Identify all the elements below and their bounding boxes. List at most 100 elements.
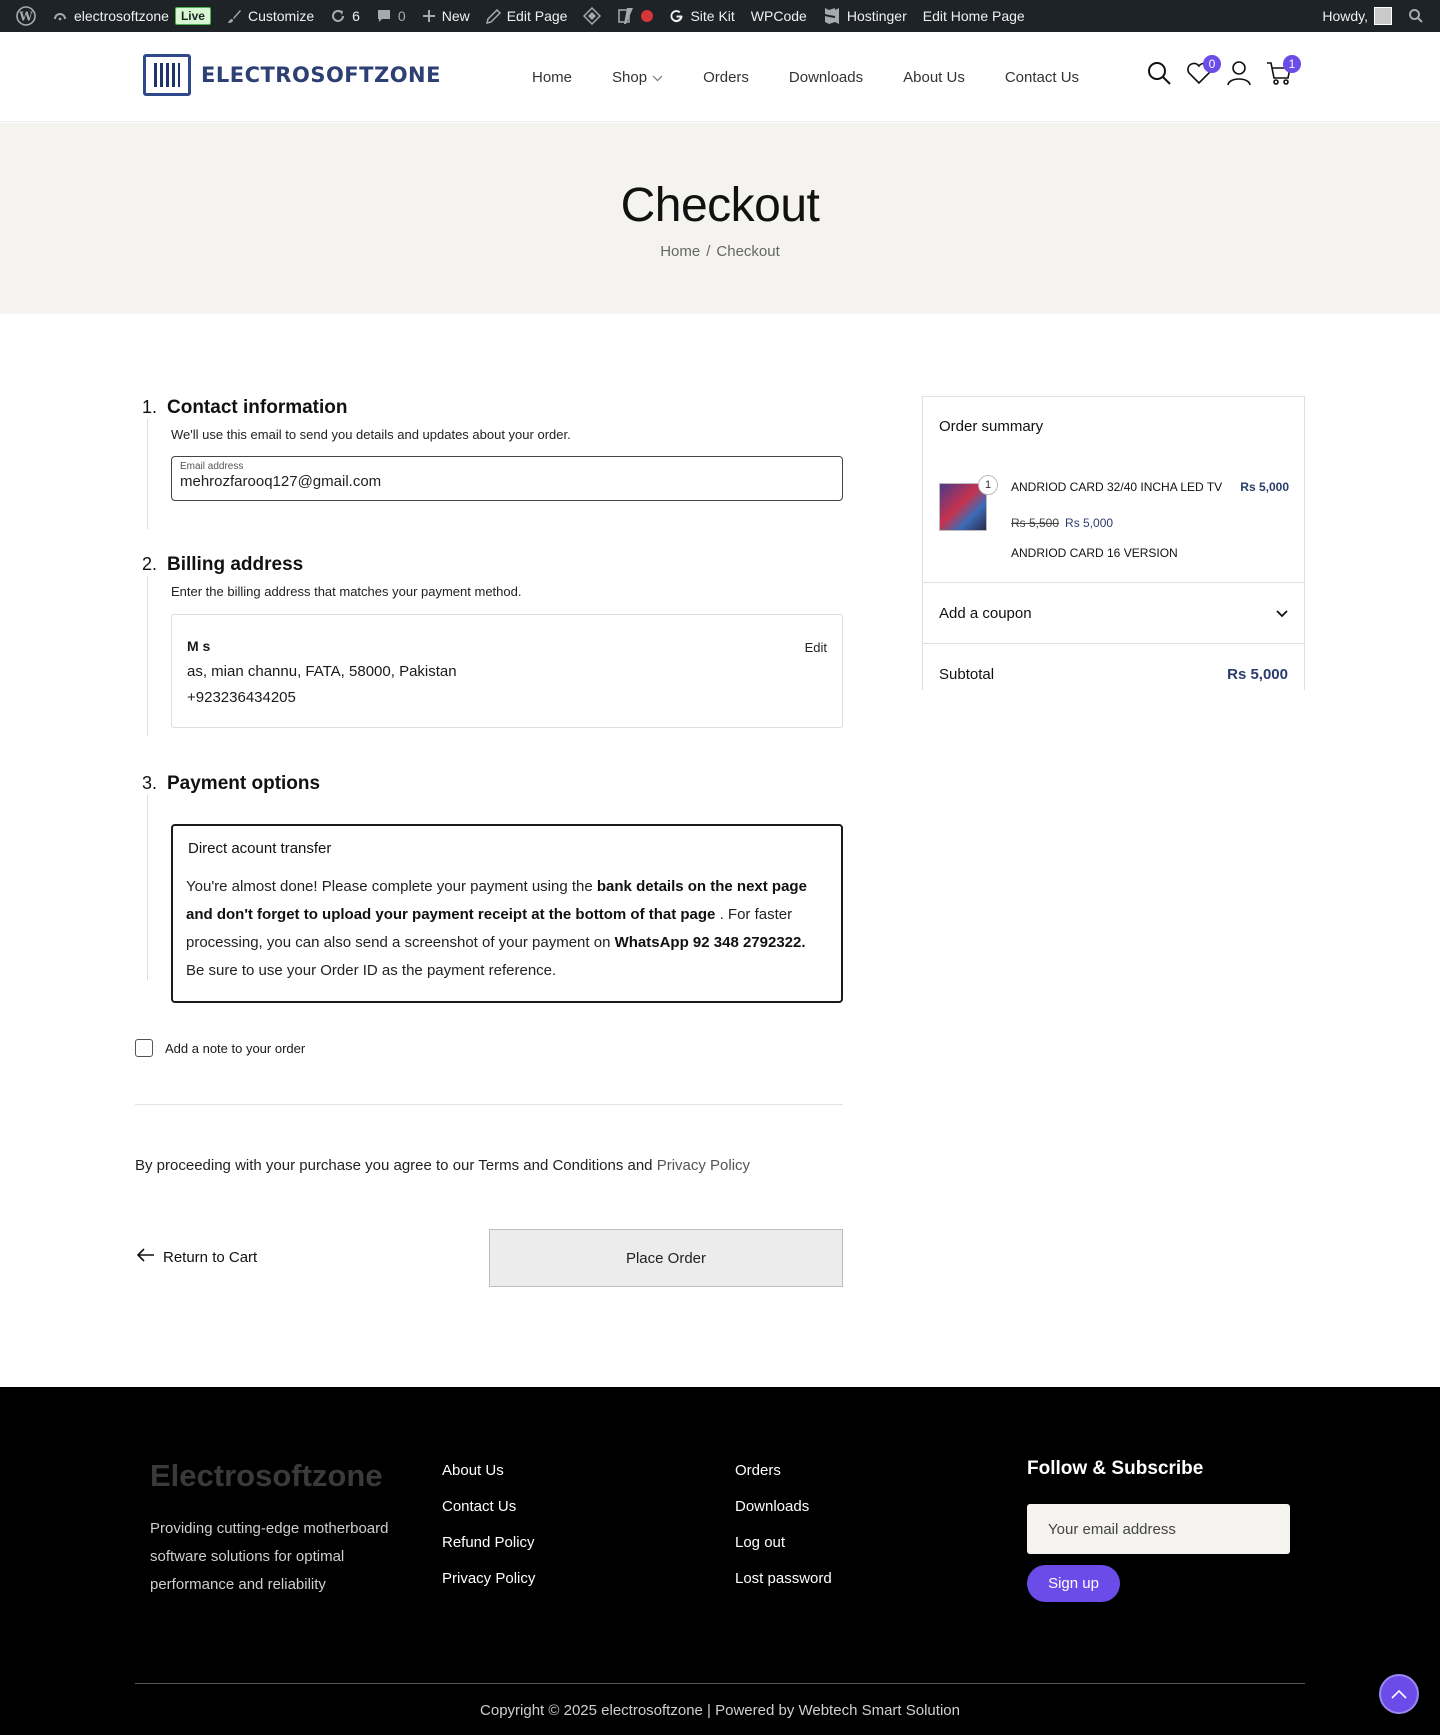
cart-count-badge: 1 <box>1283 55 1301 73</box>
section-description: Enter the billing address that matches y… <box>171 584 522 599</box>
customize-label: Customize <box>247 8 315 24</box>
comments-link[interactable]: 0 <box>368 0 414 32</box>
page-title: Checkout <box>620 179 820 232</box>
site-logo[interactable]: ELECTROSOFTZONE <box>143 54 441 96</box>
copyright-text: Copyright © 2025 electrosoftzone | Power… <box>480 1702 960 1719</box>
place-order-button[interactable]: Place Order <box>489 1229 843 1287</box>
search-icon <box>1146 60 1172 91</box>
account-button[interactable] <box>1226 60 1252 91</box>
admin-site-name: electrosoftzone <box>74 8 169 24</box>
header-search-button[interactable] <box>1146 60 1172 91</box>
footer-link-refund-policy[interactable]: Refund Policy <box>442 1534 535 1552</box>
seo-plugin-link[interactable] <box>609 0 661 32</box>
payment-method-option[interactable]: Direct acount transfer You're almost don… <box>171 824 843 1003</box>
nav-orders[interactable]: Orders <box>703 69 749 86</box>
footer-link-downloads[interactable]: Downloads <box>735 1498 832 1516</box>
edit-home-page-link[interactable]: Edit Home Page <box>915 0 1033 32</box>
order-note-toggle[interactable]: Add a note to your order <box>135 1039 305 1057</box>
new-content-link[interactable]: New <box>414 0 478 32</box>
payment-method-label: Direct acount transfer <box>188 840 332 857</box>
payment-text-3: Be sure to use your Order ID as the paym… <box>186 962 557 979</box>
subtotal-row: Subtotal Rs 5,000 <box>923 644 1304 690</box>
wordpress-logo-icon[interactable]: W <box>8 0 44 32</box>
admin-site-link[interactable]: electrosoftzone Live <box>44 0 219 32</box>
payment-options-section: 3. Payment options Direct acount transfe… <box>135 773 843 1003</box>
cart-button[interactable]: 1 <box>1266 55 1301 88</box>
privacy-policy-link[interactable]: Privacy Policy <box>657 1157 750 1174</box>
breadcrumb-separator: / <box>706 243 711 260</box>
admin-search-button[interactable] <box>1400 0 1432 32</box>
site-header: ELECTROSOFTZONE Home Shop Orders Downloa… <box>0 32 1440 122</box>
plus-icon <box>422 9 436 23</box>
order-note-checkbox[interactable] <box>135 1039 153 1057</box>
search-icon <box>1408 8 1424 24</box>
chevron-up-icon <box>1391 1687 1407 1702</box>
section-title: Payment options <box>167 773 321 794</box>
user-icon <box>1226 60 1252 91</box>
scroll-to-top-button[interactable] <box>1379 1674 1419 1714</box>
nav-home[interactable]: Home <box>532 69 572 86</box>
site-kit-link[interactable]: Site Kit <box>661 0 742 32</box>
nav-downloads[interactable]: Downloads <box>789 69 863 86</box>
add-coupon-toggle[interactable]: Add a coupon <box>923 583 1304 644</box>
admin-bar: W electrosoftzone Live Customize 6 0 New… <box>0 0 1440 32</box>
newsletter-email-input[interactable] <box>1027 1504 1290 1554</box>
refresh-icon <box>330 8 346 24</box>
item-name: ANDRIOD CARD 32/40 INCHA LED TV <box>1011 480 1223 494</box>
subscribe-title: Follow & Subscribe <box>1027 1458 1204 1479</box>
comment-icon <box>376 8 392 24</box>
site-footer: Electrosoftzone Providing cutting-edge m… <box>0 1387 1440 1735</box>
contact-information-section: 1. Contact information We'll use this em… <box>135 397 843 529</box>
section-title: Contact information <box>167 397 348 418</box>
divider <box>135 1104 843 1105</box>
order-item: 1 ANDRIOD CARD 32/40 INCHA LED TV Rs 5,0… <box>923 397 1304 583</box>
wishlist-button[interactable]: 0 <box>1186 55 1221 88</box>
updates-link[interactable]: 6 <box>322 0 368 32</box>
breadcrumb-current: Checkout <box>716 243 780 260</box>
footer-link-contact-us[interactable]: Contact Us <box>442 1498 535 1516</box>
footer-link-orders[interactable]: Orders <box>735 1462 832 1480</box>
diamond-plugin-link[interactable] <box>575 0 609 32</box>
header-actions: 0 1 <box>1146 55 1301 91</box>
order-note-label: Add a note to your order <box>165 1040 306 1056</box>
return-to-cart-link[interactable]: Return to Cart <box>136 1248 258 1266</box>
email-field-value: mehrozfarooq127@gmail.com <box>180 473 382 490</box>
nav-contact-us[interactable]: Contact Us <box>1005 69 1079 86</box>
customize-link[interactable]: Customize <box>219 0 322 32</box>
item-regular-price: Rs 5,500 <box>1011 516 1060 530</box>
edit-page-label: Edit Page <box>506 8 568 24</box>
wpcode-link[interactable]: WPCode <box>743 0 815 32</box>
footer-link-log-out[interactable]: Log out <box>735 1534 832 1552</box>
subtotal-value: Rs 5,000 <box>1227 665 1288 683</box>
howdy-label: Howdy, <box>1322 8 1368 24</box>
sign-up-button[interactable]: Sign up <box>1027 1565 1120 1602</box>
billing-address-section: 2. Billing address Enter the billing add… <box>135 554 843 736</box>
hostinger-link[interactable]: Hostinger <box>815 0 915 32</box>
edit-address-button[interactable]: Edit <box>805 635 827 661</box>
nav-about-us[interactable]: About Us <box>903 69 965 86</box>
footer-link-lost-password[interactable]: Lost password <box>735 1570 832 1588</box>
footer-link-about-us[interactable]: About Us <box>442 1462 535 1480</box>
hostinger-icon <box>823 7 841 25</box>
brush-icon <box>227 9 242 24</box>
billing-name: M s <box>187 638 211 654</box>
arrow-left-icon <box>136 1248 155 1266</box>
section-description: We'll use this email to send you details… <box>171 427 571 442</box>
edit-page-link[interactable]: Edit Page <box>478 0 576 32</box>
avatar <box>1374 7 1392 25</box>
item-sale-price: Rs 5,000 <box>1065 516 1114 530</box>
account-menu[interactable]: Howdy, <box>1314 0 1400 32</box>
breadcrumb: Home / Checkout <box>0 243 1440 260</box>
payment-text-1: You're almost done! Please complete your… <box>186 878 597 895</box>
terms-text: By proceeding with your purchase you agr… <box>135 1157 657 1174</box>
footer-link-privacy-policy[interactable]: Privacy Policy <box>442 1570 535 1588</box>
subtotal-label: Subtotal <box>939 665 995 683</box>
nav-shop[interactable]: Shop <box>612 69 663 86</box>
billing-address-line: as, mian channu, FATA, 58000, Pakistan <box>187 663 457 680</box>
billing-phone: +923236434205 <box>187 689 296 706</box>
breadcrumb-home[interactable]: Home <box>660 243 700 260</box>
payment-bold-whatsapp: WhatsApp 92 348 2792322. <box>614 934 806 951</box>
email-field[interactable]: Email address mehrozfarooq127@gmail.com <box>171 456 843 501</box>
return-to-cart-label: Return to Cart <box>163 1248 258 1266</box>
section-title: Billing address <box>167 554 304 575</box>
